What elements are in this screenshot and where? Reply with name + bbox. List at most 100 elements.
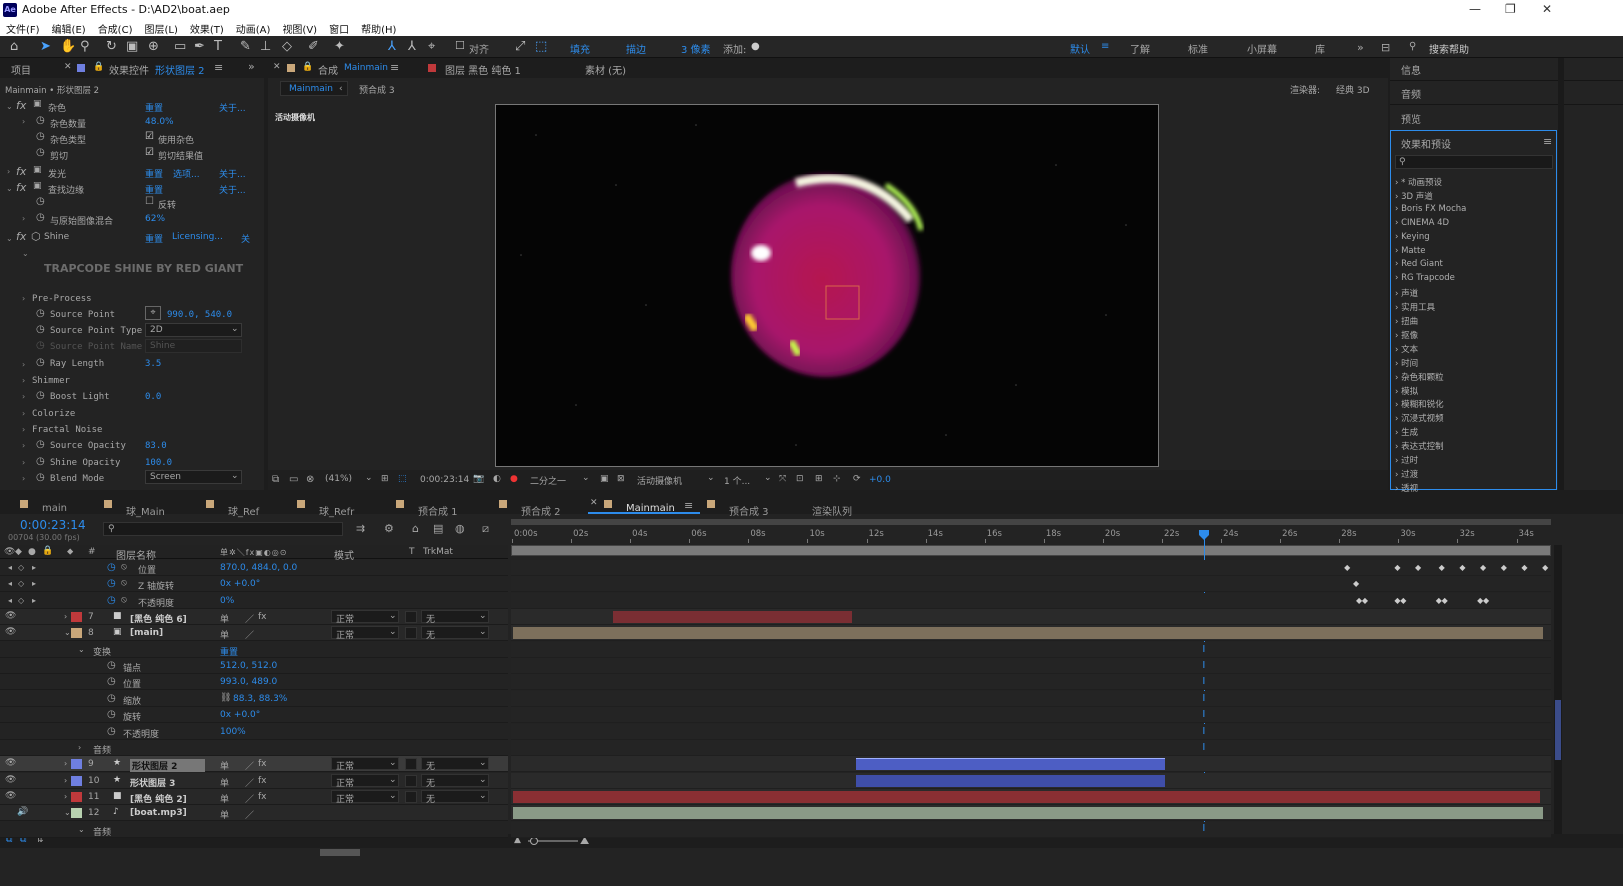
timeline-timecode[interactable]: 0:00:23:14	[20, 518, 86, 532]
effects-category-item[interactable]: › 3D 声道	[1395, 190, 1433, 202]
twirl-right-icon[interactable]: ›	[64, 776, 67, 785]
snap-options-icon[interactable]: ⬚	[535, 39, 547, 54]
snap-icon[interactable]: ⤢	[515, 39, 525, 54]
twirl-right-icon[interactable]: ›	[22, 425, 25, 434]
effect-name-noise[interactable]: 杂色	[48, 101, 66, 114]
timeline-tab[interactable]: main	[42, 503, 67, 514]
effects-category-item[interactable]: › 过时	[1395, 454, 1418, 466]
tab-close-icon[interactable]: ✕	[590, 498, 598, 508]
blend-original-value[interactable]: 62%	[145, 214, 165, 224]
keyframe-icon[interactable]: ◆	[1415, 563, 1421, 572]
search-help-input[interactable]: 搜索帮助	[1429, 41, 1469, 56]
twirl-right-icon[interactable]: ›	[78, 743, 81, 752]
keyframe-nav-next-icon[interactable]: ▸	[32, 563, 36, 572]
reset-exposure-icon[interactable]: ⟳	[853, 474, 861, 484]
effects-category-item[interactable]: › 过渡	[1395, 468, 1418, 480]
keyframe-icon[interactable]: ◆	[1483, 596, 1489, 605]
layer-label-color[interactable]	[71, 759, 82, 770]
graph-icon[interactable]: ⦸	[121, 562, 127, 572]
monitor-icon[interactable]: ▭	[289, 474, 298, 485]
shimmer-group[interactable]: Shimmer	[32, 376, 70, 386]
layer-label-color[interactable]	[71, 628, 82, 639]
noise-about-link[interactable]: 关于...	[219, 101, 246, 114]
source-opacity-value[interactable]: 83.0	[145, 441, 167, 451]
lock-icon[interactable]: 🔒	[302, 62, 313, 72]
property-value[interactable]: 100%	[220, 727, 246, 737]
tab-composition-name[interactable]: Mainmain	[344, 63, 388, 73]
timeline-tab[interactable]: 预合成 2	[521, 503, 561, 518]
composition-frame[interactable]	[495, 104, 1159, 467]
twirl-right-icon[interactable]: ›	[64, 612, 67, 621]
layer-duration-bar[interactable]	[855, 774, 1165, 787]
keyframe-icon[interactable]: ◆	[1400, 596, 1406, 605]
keyframe-icon[interactable]: ◆	[1439, 563, 1445, 572]
work-area-range[interactable]	[511, 545, 1551, 556]
twirl-right-icon[interactable]: ›	[22, 294, 25, 303]
effects-category-item[interactable]: › 扭曲	[1395, 315, 1418, 327]
property-value[interactable]: 993.0, 489.0	[220, 677, 277, 687]
keyframe-icon[interactable]: ◆	[1542, 563, 1548, 572]
colorize-group[interactable]: Colorize	[32, 409, 75, 419]
workspace-learn[interactable]: 了解	[1130, 41, 1150, 56]
snapshot-icon[interactable]: 📷	[473, 474, 484, 484]
timeline-scrollbar-thumb[interactable]	[1555, 700, 1561, 760]
stroke-label[interactable]: 描边	[626, 41, 646, 56]
speaker-icon[interactable]: 🔊	[17, 807, 28, 817]
quality-switch-icon[interactable]: ／	[245, 628, 254, 641]
tab-close-icon[interactable]: ✕	[64, 62, 72, 72]
fx-icon[interactable]: fx	[16, 230, 26, 243]
subtab-mainmain[interactable]: Mainmain ‹	[280, 81, 348, 96]
shy-switch-icon[interactable]: 单	[220, 792, 229, 805]
axis-world-icon[interactable]: ⅄	[408, 39, 416, 54]
twirl-right-icon[interactable]: ›	[22, 458, 25, 467]
stopwatch-active-icon[interactable]: ◷	[107, 578, 116, 589]
effects-category-item[interactable]: › 文本	[1395, 343, 1418, 355]
type-tool-icon[interactable]: T	[214, 39, 222, 54]
show-snapshot-icon[interactable]: ◐	[493, 474, 501, 484]
keyframe-add-icon[interactable]: ◇	[18, 563, 24, 572]
menu-layer[interactable]: 图层(L)	[144, 21, 177, 36]
eye-icon[interactable]: 👁	[5, 791, 16, 801]
stopwatch-icon[interactable]: ◷	[107, 726, 116, 737]
quality-switch-icon[interactable]: ／	[245, 776, 254, 789]
timeline-scrollbar[interactable]	[1554, 545, 1562, 835]
shine-licensing-link[interactable]: Licensing...	[172, 232, 223, 242]
workspace-standard[interactable]: 标准	[1188, 41, 1208, 56]
effects-category-item[interactable]: › 实用工具	[1395, 301, 1435, 313]
tab-layer[interactable]: 图层 黑色 纯色 1	[445, 62, 521, 77]
timeline-tab[interactable]: 球_Main	[126, 503, 165, 518]
timeline-tab[interactable]: 预合成 1	[418, 503, 458, 518]
layer-name[interactable]: 形状图层 3	[130, 776, 175, 789]
scrollbar[interactable]	[1558, 58, 1564, 490]
fx-switch-icon[interactable]: fx	[258, 612, 267, 622]
fx-icon[interactable]: fx	[16, 181, 26, 194]
align-checkbox-icon[interactable]: ☐	[455, 39, 465, 52]
twirl-right-icon[interactable]: ›	[22, 474, 25, 483]
camera-select[interactable]: 活动摄像机 ⌄	[637, 472, 717, 487]
effects-category-item[interactable]: › 模拟	[1395, 385, 1418, 397]
property-value[interactable]: 870.0, 484.0, 0.0	[220, 563, 297, 573]
effects-category-item[interactable]: › Red Giant	[1395, 259, 1443, 269]
workspace-default[interactable]: 默认	[1070, 41, 1090, 56]
shy-switch-icon[interactable]: 单	[220, 628, 229, 641]
keyframe-nav-prev-icon[interactable]: ◂	[8, 579, 12, 588]
motion-blur-icon[interactable]: ◍	[455, 522, 465, 535]
keyframe-nav-prev-icon[interactable]: ◂	[8, 563, 12, 572]
panel-menu-icon[interactable]: ≡	[214, 61, 223, 74]
twirl-down-icon[interactable]: ⌄	[78, 825, 85, 834]
roto-brush-tool-icon[interactable]: ✐	[308, 39, 319, 54]
fractal-noise-group[interactable]: Fractal Noise	[32, 425, 102, 435]
quality-switch-icon[interactable]: ／	[245, 792, 254, 805]
workspace-small-screen[interactable]: 小屏幕	[1247, 41, 1277, 56]
noise-amount-value[interactable]: 48.0%	[145, 117, 174, 127]
frame-blending-icon[interactable]: ▤	[433, 522, 443, 535]
tab-close-icon[interactable]: ✕	[273, 62, 281, 72]
quality-switch-icon[interactable]: ／	[245, 612, 254, 625]
workspace-libraries[interactable]: 库	[1315, 41, 1325, 56]
property-value[interactable]: 0%	[220, 596, 234, 606]
tab-effect-controls[interactable]: 效果控件	[109, 62, 149, 77]
checkbox-unchecked-icon[interactable]: ☐	[145, 196, 154, 207]
zoom-select[interactable]: (41%) ⌄	[325, 472, 373, 487]
fast-preview-icon[interactable]: ▣	[600, 474, 609, 484]
preserve-transparency-checkbox[interactable]	[405, 627, 417, 640]
